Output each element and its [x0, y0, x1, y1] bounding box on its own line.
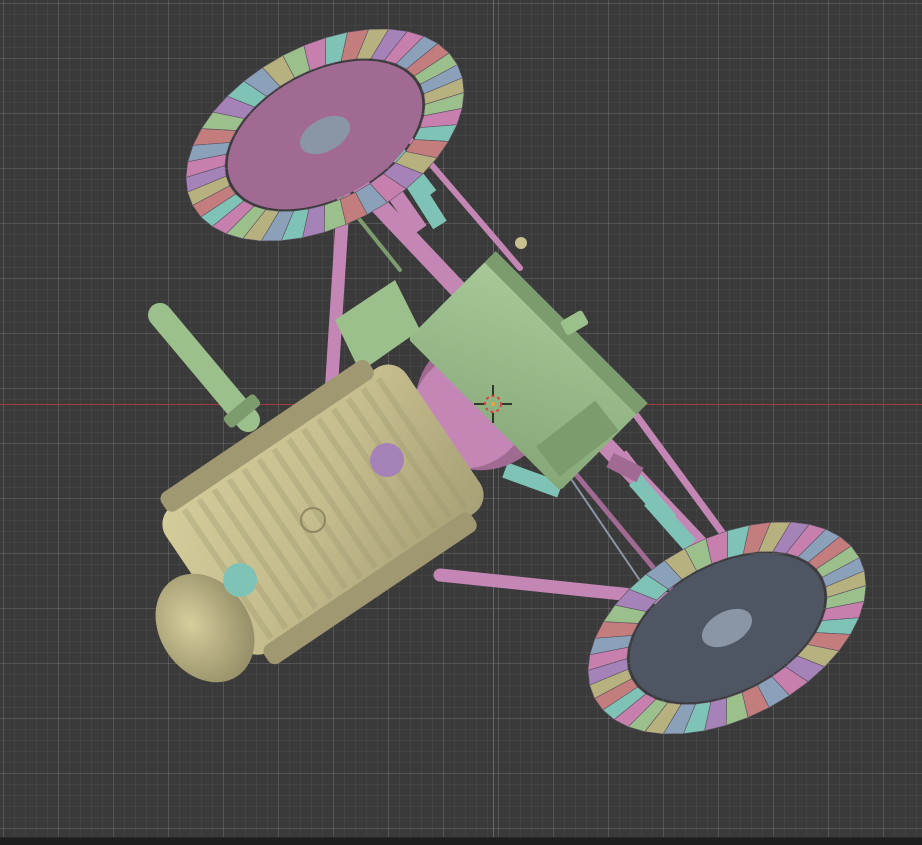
rear-wheel[interactable]: [552, 478, 901, 778]
3d-viewport[interactable]: [0, 0, 922, 845]
exhaust-tube: [148, 303, 260, 432]
model-scene[interactable]: [0, 0, 922, 845]
tank-box: [335, 280, 420, 372]
front-wheel[interactable]: [150, 0, 499, 285]
spring-leaf: [606, 452, 644, 483]
cylinder-cap: [223, 563, 257, 597]
knob: [515, 237, 527, 249]
exhaust-pipe[interactable]: [148, 303, 262, 432]
cylinder-cap: [370, 443, 404, 477]
viewport-bottom-edge: [0, 837, 922, 845]
